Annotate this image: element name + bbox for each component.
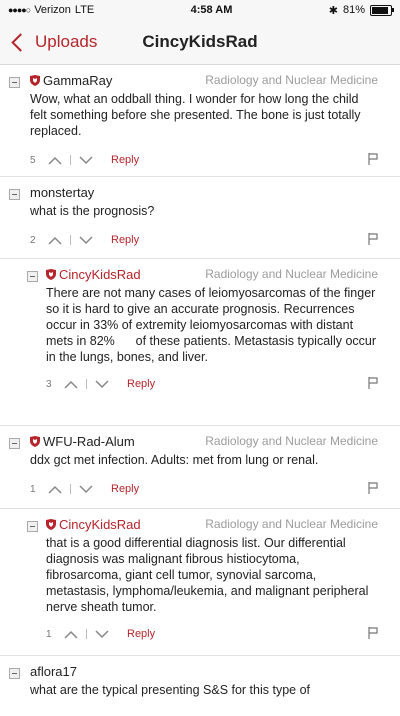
- comment-actions: 2 Reply: [30, 227, 400, 253]
- comment-department: Radiology and Nuclear Medicine: [205, 517, 378, 531]
- comment: GammaRay Radiology and Nuclear Medicine …: [0, 65, 400, 177]
- collapse-icon[interactable]: [27, 271, 38, 282]
- chevron-up-icon: [64, 630, 78, 639]
- chevron-up-icon: [48, 236, 62, 245]
- status-right: ✱ 81%: [328, 4, 394, 17]
- comment-author[interactable]: monstertay: [30, 185, 94, 200]
- chevron-down-icon: [95, 629, 109, 638]
- reply-button[interactable]: Reply: [111, 483, 139, 495]
- flag-icon[interactable]: [368, 482, 378, 494]
- chevron-down-icon: [79, 235, 93, 244]
- comment-actions: 1 Reply: [30, 476, 400, 502]
- nav-bar: Uploads CincyKidsRad: [0, 20, 400, 65]
- reply-button[interactable]: Reply: [127, 628, 155, 640]
- collapse-icon[interactable]: [9, 668, 20, 679]
- comment-text: that is a good differential diagnosis li…: [46, 536, 369, 614]
- comment-author-name: GammaRay: [43, 72, 113, 88]
- comment-author-name: CincyKidsRad: [59, 516, 141, 532]
- comment-text: what are the typical presenting S&S for …: [30, 683, 311, 697]
- back-label: Uploads: [35, 32, 98, 51]
- comment-text: Wow, what an oddball thing. I wonder for…: [30, 92, 361, 138]
- vote-count: 2: [30, 234, 36, 246]
- comment-reply: CincyKidsRad Radiology and Nuclear Medic…: [0, 509, 400, 656]
- downvote-button[interactable]: [75, 153, 97, 167]
- vote-count: 1: [30, 483, 36, 495]
- comment-author-name: WFU-Rad-Alum: [43, 433, 135, 449]
- comment-author[interactable]: aflora17: [30, 664, 77, 679]
- status-left: ●●●●○ Verizon LTE: [8, 4, 94, 16]
- comment-department: Radiology and Nuclear Medicine: [205, 73, 378, 87]
- comment: aflora17 what are the typical presenting…: [0, 656, 400, 716]
- comment-reply: CincyKidsRad Radiology and Nuclear Medic…: [0, 259, 400, 426]
- comment-author-name: CincyKidsRad: [59, 266, 141, 282]
- vote-count: 5: [30, 154, 36, 166]
- shield-icon: [46, 518, 56, 530]
- vote-count: 3: [46, 378, 52, 390]
- comment-author[interactable]: WFU-Rad-Alum: [30, 434, 135, 449]
- upvote-button[interactable]: [44, 153, 66, 167]
- chevron-up-icon: [64, 380, 78, 389]
- downvote-button[interactable]: [91, 627, 113, 641]
- collapse-icon[interactable]: [27, 521, 38, 532]
- flag-icon[interactable]: [368, 377, 378, 389]
- flag-icon[interactable]: [368, 627, 378, 639]
- shield-icon: [46, 268, 56, 280]
- flag-icon[interactable]: [368, 153, 378, 165]
- upvote-button[interactable]: [60, 377, 82, 391]
- upvote-button[interactable]: [44, 482, 66, 496]
- collapse-icon[interactable]: [9, 438, 20, 449]
- battery-percent: 81%: [342, 4, 365, 16]
- collapse-icon[interactable]: [9, 189, 20, 200]
- comment-department: Radiology and Nuclear Medicine: [205, 267, 378, 281]
- battery-icon: [370, 4, 394, 16]
- reply-button[interactable]: Reply: [111, 154, 139, 166]
- comment-author-name: monstertay: [30, 184, 95, 200]
- comment-department: Radiology and Nuclear Medicine: [205, 434, 378, 448]
- flag-icon[interactable]: [368, 233, 378, 245]
- comment-thread: GammaRay Radiology and Nuclear Medicine …: [0, 65, 400, 716]
- vote-divider: [70, 484, 71, 494]
- vote-divider: [86, 379, 87, 389]
- vote-divider: [86, 629, 87, 639]
- upvote-button[interactable]: [44, 233, 66, 247]
- comment-author[interactable]: CincyKidsRad: [46, 517, 141, 532]
- reply-button[interactable]: Reply: [111, 234, 139, 246]
- back-button[interactable]: Uploads: [0, 32, 97, 52]
- chevron-up-icon: [48, 156, 62, 165]
- downvote-button[interactable]: [75, 482, 97, 496]
- status-bar: ●●●●○ Verizon LTE 4:58 AM ✱ 81%: [0, 0, 400, 20]
- comment-actions: 5 Reply: [30, 147, 400, 173]
- reply-button[interactable]: Reply: [127, 378, 155, 390]
- comment: WFU-Rad-Alum Radiology and Nuclear Medic…: [0, 426, 400, 509]
- bluetooth-icon: ✱: [328, 4, 338, 17]
- vote-divider: [70, 155, 71, 165]
- shield-icon: [30, 74, 40, 86]
- comment-author[interactable]: GammaRay: [30, 73, 112, 88]
- signal-icon: ●●●●○: [8, 5, 31, 15]
- downvote-button[interactable]: [91, 377, 113, 391]
- chevron-down-icon: [79, 484, 93, 493]
- chevron-down-icon: [79, 155, 93, 164]
- chevron-left-icon: [11, 32, 30, 52]
- network-label: LTE: [74, 4, 95, 16]
- shield-icon: [30, 435, 40, 447]
- vote-count: 1: [46, 628, 52, 640]
- comment-text: what is the prognosis?: [30, 204, 155, 218]
- carrier-label: Verizon: [34, 4, 71, 16]
- comment-author[interactable]: CincyKidsRad: [46, 267, 141, 282]
- vote-divider: [70, 235, 71, 245]
- comment-text: ddx gct met infection. Adults: met from …: [30, 453, 319, 467]
- comment: monstertay what is the prognosis? 2 Repl…: [0, 177, 400, 259]
- upvote-button[interactable]: [60, 627, 82, 641]
- status-time: 4:58 AM: [190, 4, 233, 16]
- chevron-up-icon: [48, 485, 62, 494]
- comment-actions: 3 Reply: [46, 371, 400, 397]
- collapse-icon[interactable]: [9, 77, 20, 88]
- downvote-button[interactable]: [75, 233, 97, 247]
- chevron-down-icon: [95, 379, 109, 388]
- comment-actions: 1 Reply: [46, 621, 400, 647]
- comment-author-name: aflora17: [30, 663, 77, 679]
- comment-text: There are not many cases of leiomyosarco…: [46, 286, 377, 364]
